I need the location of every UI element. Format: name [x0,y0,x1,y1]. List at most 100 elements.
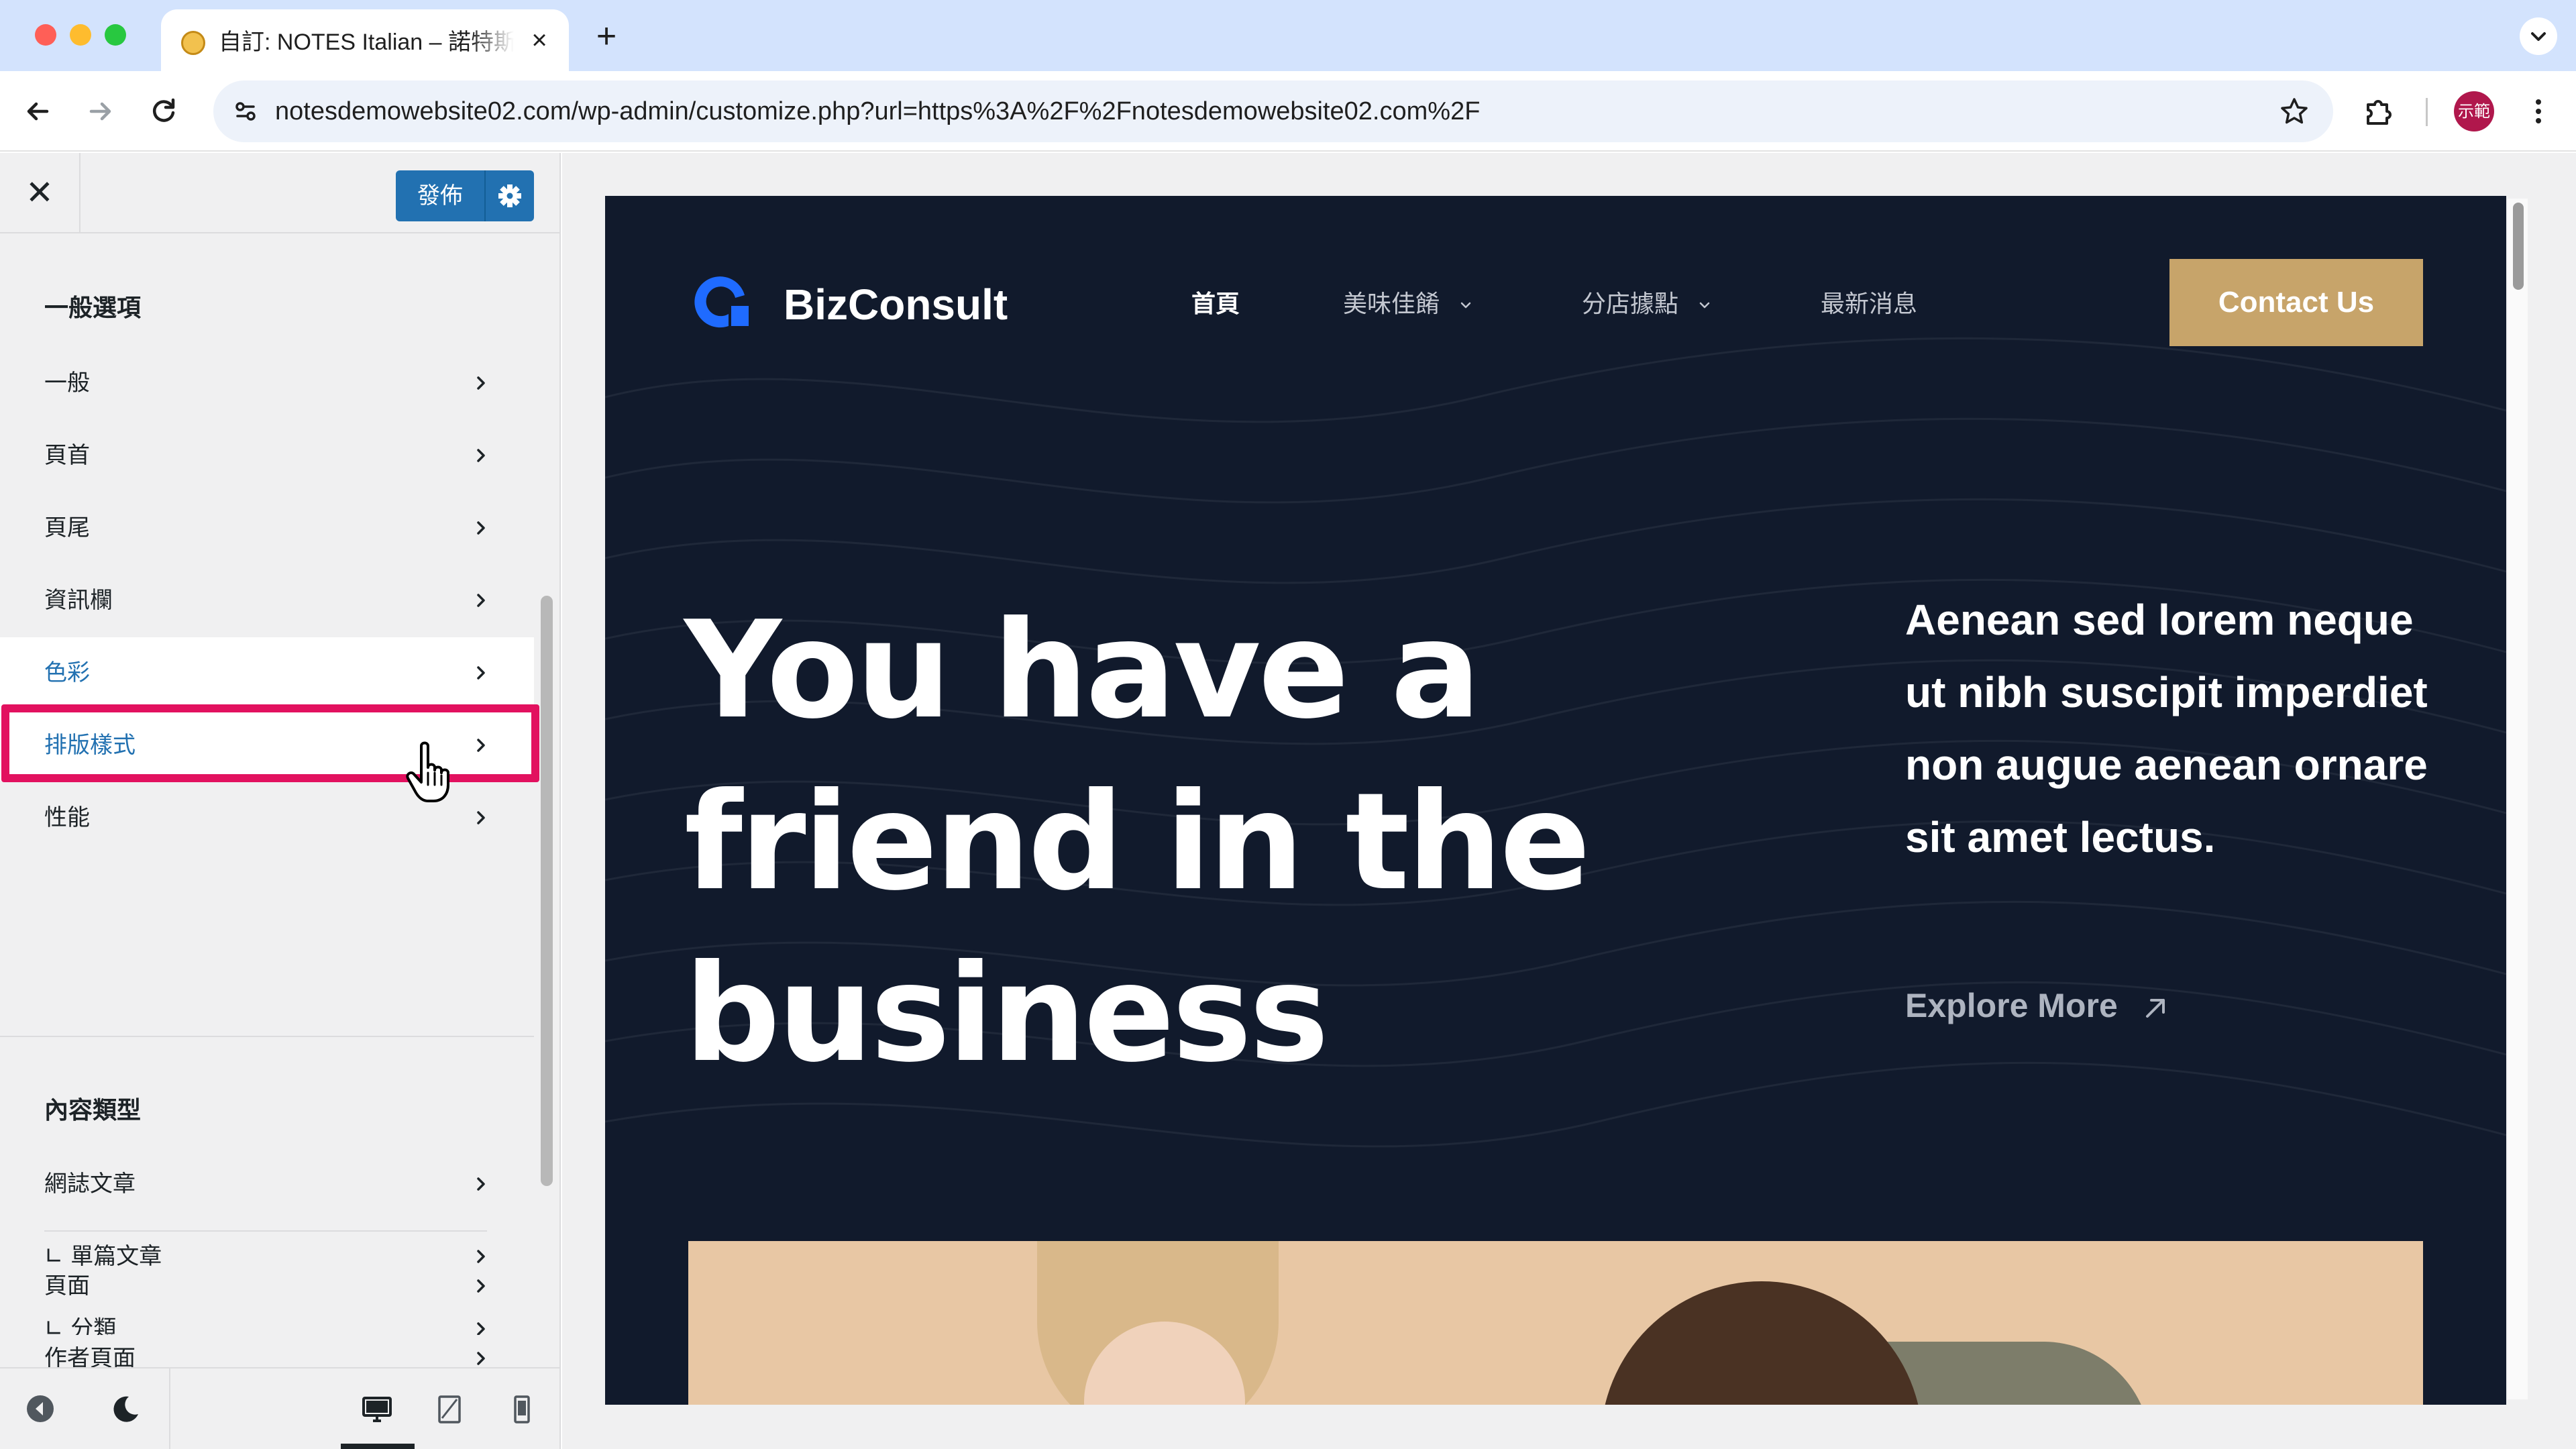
photo-person-right [1601,1281,1923,1405]
chevron-right-icon [477,376,485,390]
chevron-right-icon [477,666,485,680]
menu-item-pages[interactable]: 頁面 [0,1250,534,1322]
menu-item-label: 資訊欄 [44,587,113,614]
browser-tab-bar: 自訂: NOTES Italian – 諾特斯義式 × + [0,0,2576,71]
subsection-divider [44,1230,487,1232]
customizer-panel-list[interactable]: 一般選項 一般 頁首 頁尾 資訊欄 色彩 排版樣式 性能 內容類型 網誌文章 ∟… [0,235,559,1335]
menu-item-author-page[interactable]: 作者頁面 [0,1323,534,1367]
window-zoom-button[interactable] [105,24,126,46]
window-close-button[interactable] [35,24,56,46]
window-minimize-button[interactable] [70,24,91,46]
profile-avatar[interactable]: 示範 [2454,91,2494,131]
new-tab-button[interactable]: + [588,17,625,55]
menu-item-general[interactable]: 一般 [0,347,534,419]
menu-item-label: 一般 [44,370,90,396]
browser-menu-icon[interactable] [2518,91,2559,131]
arrow-left-icon [27,102,49,121]
nav-link-locations[interactable]: 分店據點 [1582,287,1711,322]
chevron-down-icon [1461,302,1471,309]
section-title-general: 一般選項 [44,294,142,322]
extensions-puzzle-icon[interactable] [2359,91,2399,131]
menu-item-colors[interactable]: 色彩 [0,637,534,708]
tune-icon [235,102,256,121]
chevron-right-icon [477,1352,485,1365]
preview-scrollbar-thumb[interactable] [2513,203,2524,290]
gear-icon [498,184,521,207]
tab-close-icon[interactable]: × [525,25,554,55]
menu-item-label: 色彩 [44,659,90,686]
browser-toolbar: notesdemowebsite02.com/wp-admin/customiz… [0,71,2576,152]
chevron-right-icon [477,811,485,824]
contact-us-button[interactable]: Contact Us [2169,259,2423,346]
reload-button[interactable] [144,91,184,131]
explore-more-label: Explore More [1905,987,2118,1024]
hero-line: business [684,936,1329,1092]
hero-heading: You have a friend in the business [684,585,1690,1100]
customizer-footer [0,1367,559,1449]
section-divider [0,1036,534,1037]
chevron-right-icon [477,1177,485,1191]
footer-divider [169,1368,170,1449]
publish-button[interactable]: 發佈 [396,170,486,221]
address-bar[interactable]: notesdemowebsite02.com/wp-admin/customiz… [213,80,2333,142]
menu-item-typography[interactable]: 排版樣式 [0,704,539,802]
forward-button[interactable] [80,91,121,131]
publish-settings-button[interactable] [486,170,534,221]
menu-item-sidebar[interactable]: 資訊欄 [0,565,534,636]
chevron-right-icon [477,594,485,607]
active-device-indicator [341,1444,415,1449]
collapse-sidebar-icon[interactable] [23,1391,58,1426]
desktop-preview-icon[interactable] [360,1391,394,1426]
menu-item-label: 網誌文章 [44,1171,136,1197]
customizer-sidebar: ✕ 發佈 一般選項 一般 頁首 頁尾 資訊欄 色彩 排版樣式 性能 內容類型 網… [0,153,561,1449]
arrow-right-icon [89,102,111,121]
arrow-up-right-icon [2145,998,2165,1018]
bizconsult-logo-icon [694,276,749,328]
browser-tab[interactable]: 自訂: NOTES Italian – 諾特斯義式 × [161,9,569,71]
site-favicon-icon [181,31,205,55]
nav-link-label: 分店據點 [1582,290,1679,318]
hero-line: You have a [684,592,1481,749]
chevron-down-icon [2531,32,2546,41]
menu-item-label: 頁首 [44,442,90,469]
chevron-right-icon [477,1279,485,1293]
tab-title: 自訂: NOTES Italian – 諾特斯義式 [219,30,514,55]
preview-scrollbar[interactable] [2508,199,2528,1399]
back-button[interactable] [17,91,58,131]
menu-item-header[interactable]: 頁首 [0,420,534,491]
menu-item-footer[interactable]: 頁尾 [0,492,534,564]
nav-link-label: 美味佳餚 [1343,290,1440,318]
site-info-button[interactable] [227,93,264,130]
menu-item-blog-posts[interactable]: 網誌文章 [0,1148,534,1220]
chevron-down-icon [1700,302,1710,309]
menu-item-label: 頁尾 [44,515,90,541]
customizer-header: ✕ 發佈 [0,153,559,233]
close-customizer-icon[interactable]: ✕ [0,153,80,232]
nav-link-news[interactable]: 最新消息 [1821,287,1917,322]
dark-mode-moon-icon[interactable] [109,1391,144,1426]
mobile-preview-icon[interactable] [504,1391,539,1426]
toolbar-divider [2426,98,2428,126]
site-preview[interactable]: BizConsult 首頁 美味佳餚 分店據點 最新消息 Contact Us … [605,196,2506,1405]
bookmark-star-icon[interactable] [2275,93,2313,130]
explore-more-link[interactable]: Explore More [1905,982,2169,1029]
menu-item-label: 頁面 [44,1273,90,1299]
chevron-right-icon [477,449,485,462]
section-title-content-types: 內容類型 [44,1097,142,1124]
hero-description: Aenean sed lorem neque ut nibh suscipit … [1905,596,2428,861]
tab-search-button[interactable] [2520,17,2557,55]
menu-item-label: 性能 [44,804,90,831]
reload-icon [153,98,175,122]
tablet-preview-icon[interactable] [432,1391,467,1426]
hero-photo [688,1241,2423,1405]
sidebar-scrollbar[interactable] [541,596,553,1186]
chevron-right-icon [477,521,485,535]
menu-item-label: 作者頁面 [44,1345,136,1367]
nav-link-home[interactable]: 首頁 [1191,287,1240,322]
hero-line: friend in the [684,764,1591,920]
site-logo-text[interactable]: BizConsult [784,278,1008,331]
nav-link-cuisine[interactable]: 美味佳餚 [1343,287,1472,322]
publish-group: 發佈 [396,170,534,221]
url-text[interactable]: notesdemowebsite02.com/wp-admin/customiz… [275,93,1480,130]
menu-item-performance[interactable]: 性能 [0,782,534,853]
